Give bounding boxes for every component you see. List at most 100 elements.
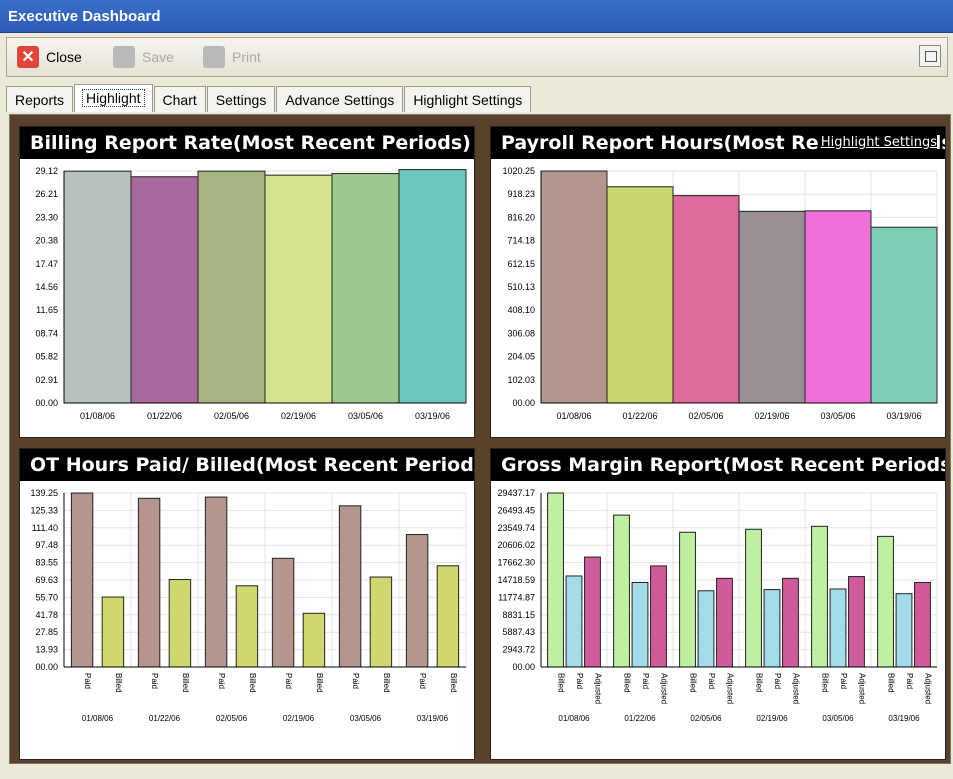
bar	[895, 593, 913, 668]
series-label: Billed	[689, 673, 698, 693]
x-tick-label: 01/08/06	[80, 411, 115, 421]
print-button[interactable]: Print	[203, 45, 261, 69]
x-tick-label: 03/05/06	[820, 411, 855, 421]
series-label: Billed	[755, 673, 764, 693]
x-tick-label: 03/19/06	[415, 411, 450, 421]
payroll-hours-chart: 00.00 102.03 204.05 306.08 408.10 510.13 612.1…	[502, 166, 938, 421]
series-label: Billed	[623, 673, 632, 693]
x-tick-label: 03/05/06	[350, 714, 382, 723]
bar	[829, 588, 847, 668]
series-label: Billed	[315, 673, 324, 693]
series-label: Paid	[418, 673, 427, 689]
bar	[584, 556, 601, 668]
tab-highlight-settings[interactable]: Highlight Settings	[404, 86, 532, 112]
y-tick-label: 20.38	[35, 236, 58, 246]
dashboard-area: Billing Report Rate(Most Recent Periods)…	[9, 114, 951, 764]
y-tick-label: 13.93	[35, 645, 58, 655]
bar	[63, 170, 132, 404]
bar	[877, 535, 894, 668]
tab-reports[interactable]: Reports	[6, 86, 74, 112]
series-label: Billed	[821, 673, 830, 693]
y-tick-label: 05.82	[35, 352, 58, 362]
restore-window-button[interactable]	[919, 45, 941, 67]
series-label: Adjusted	[593, 673, 602, 704]
x-tick-label: 02/05/06	[216, 714, 248, 723]
y-tick-label: 5887.43	[502, 627, 535, 637]
y-tick-label: 125.33	[30, 505, 58, 515]
y-tick-label: 00.00	[35, 398, 58, 408]
bar	[811, 525, 828, 668]
series-label: Adjusted	[923, 673, 932, 704]
bar	[235, 585, 259, 668]
y-tick-label: 11774.87	[498, 592, 535, 602]
save-icon	[113, 46, 135, 68]
bar	[101, 596, 125, 668]
bar	[804, 210, 872, 404]
y-tick-label: 27.85	[35, 627, 58, 637]
x-tick-label: 02/05/06	[688, 411, 723, 421]
y-tick-label: 2943.72	[502, 645, 535, 655]
x-tick-label: 03/19/06	[417, 714, 449, 723]
bar	[436, 565, 460, 668]
series-label: Paid	[351, 673, 360, 689]
bar	[606, 186, 674, 404]
bar	[679, 531, 696, 668]
tab-settings[interactable]: Settings	[206, 86, 276, 112]
payroll-hours-panel: Payroll Report Hours(Most Recent Periods…	[490, 126, 946, 438]
bar	[271, 557, 295, 668]
gross-margin-chart: 00.00 2943.72 5887.43 8831.15 11774.87 14718.…	[497, 488, 938, 723]
y-tick-label: 408.10	[507, 305, 535, 315]
series-label: Billed	[887, 673, 896, 693]
bar	[204, 496, 228, 668]
tab-advance-settings[interactable]: Advance Settings	[276, 86, 404, 112]
highlight-settings-link[interactable]: Highlight Settings	[818, 135, 937, 151]
x-tick-label: 03/19/06	[886, 411, 921, 421]
series-label: Paid	[284, 673, 293, 689]
series-label: Adjusted	[857, 673, 866, 704]
y-tick-label: 55.70	[35, 592, 58, 602]
series-label: Billed	[181, 673, 190, 693]
bar	[848, 576, 865, 668]
x-tick-label: 02/19/06	[756, 714, 788, 723]
y-tick-label: 612.15	[507, 259, 535, 269]
series-label: Billed	[449, 673, 458, 693]
ot-hours-chart: 00.00 13.93 27.85 41.78 55.70 69.63 83.55 97.48…	[30, 488, 467, 723]
y-tick-label: 8831.15	[502, 610, 535, 620]
chart-title: Gross Margin Report(Most Recent Periods)	[491, 449, 945, 481]
billing-rate-chart: 00.00 02.91 05.82 08.74 11.65 14.56 17.47 20.38…	[35, 166, 467, 421]
y-tick-label: 17662.30	[497, 558, 535, 568]
ot-hours-panel: OT Hours Paid/ Billed(Most Recent Period…	[19, 448, 475, 760]
series-label: Billed	[557, 673, 566, 693]
bar	[631, 581, 649, 668]
tab-chart[interactable]: Chart	[153, 86, 206, 112]
y-tick-label: 69.63	[35, 575, 58, 585]
y-tick-label: 139.25	[30, 488, 58, 498]
y-tick-label: 23.30	[35, 212, 58, 222]
bar	[870, 226, 938, 404]
tab-strip: Reports Highlight Chart Settings Advance…	[6, 84, 532, 114]
series-label: Paid	[773, 673, 782, 689]
series-label: Paid	[905, 673, 914, 689]
y-tick-label: 14718.59	[497, 575, 535, 585]
bar	[137, 497, 161, 668]
bar	[197, 170, 266, 404]
series-label: Paid	[217, 673, 226, 689]
y-tick-label: 29.12	[35, 166, 58, 176]
bar	[547, 492, 564, 668]
bar	[338, 505, 362, 668]
save-button[interactable]: Save	[113, 45, 174, 69]
billing-rate-panel: Billing Report Rate(Most Recent Periods)…	[19, 126, 475, 438]
close-button[interactable]: ✕ Close	[17, 45, 82, 69]
bar	[738, 210, 806, 404]
x-tick-label: 03/19/06	[888, 714, 920, 723]
bar	[782, 577, 799, 668]
x-tick-label: 02/19/06	[283, 714, 315, 723]
bar	[914, 581, 931, 668]
tab-highlight[interactable]: Highlight	[74, 84, 153, 112]
x-tick-label: 02/19/06	[281, 411, 316, 421]
series-label: Paid	[150, 673, 159, 689]
close-icon: ✕	[17, 46, 39, 68]
y-tick-label: 204.05	[507, 352, 535, 362]
bar	[565, 575, 583, 668]
series-label: Adjusted	[791, 673, 800, 704]
